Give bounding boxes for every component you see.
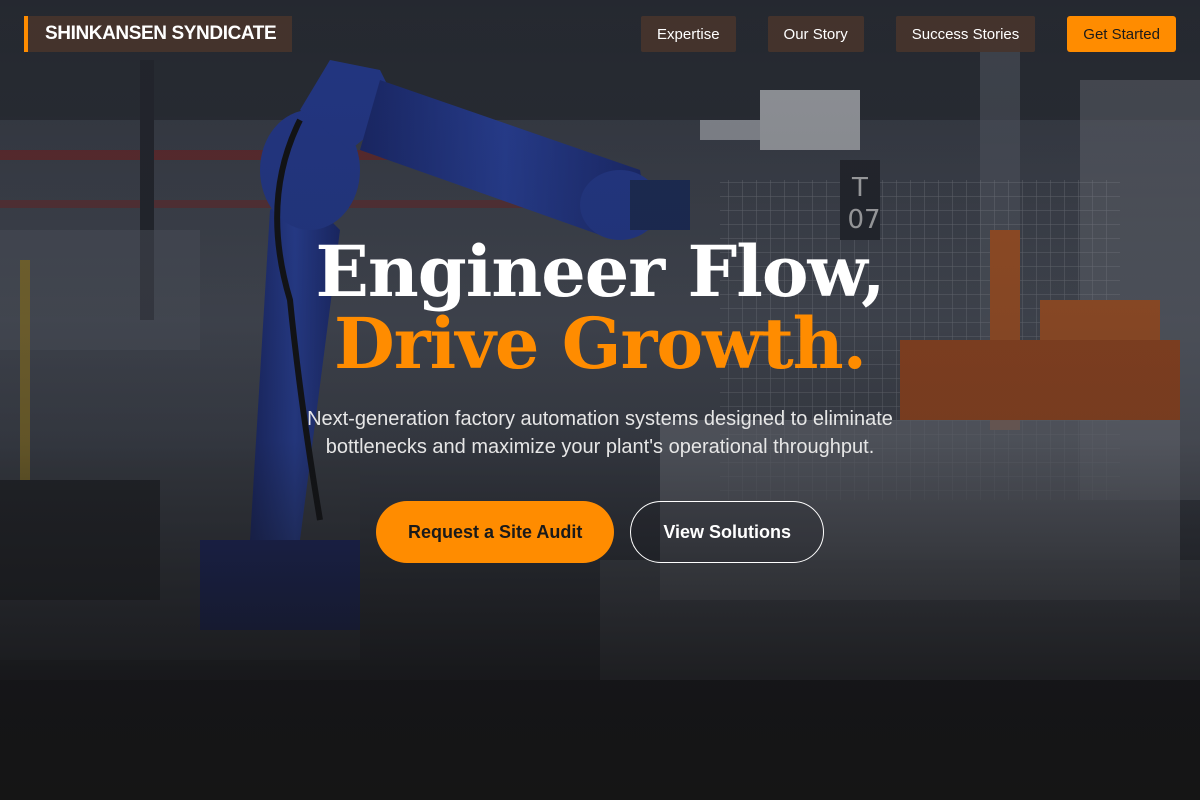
brand-logo[interactable]: SHINKANSEN SYNDICATE (24, 16, 293, 52)
nav-links: Expertise Our Story Success Stories Get … (609, 16, 1176, 52)
request-site-audit-button[interactable]: Request a Site Audit (375, 501, 615, 563)
nav-link-our-story[interactable]: Our Story (767, 16, 864, 52)
hero-subtitle: Next-generation factory automation syste… (307, 408, 893, 458)
nav-link-success-stories[interactable]: Success Stories (895, 16, 1036, 52)
nav-link-expertise[interactable]: Expertise (641, 16, 736, 52)
hero-actions: Request a Site Audit View Solutions (0, 501, 1200, 563)
hero-section: T 07 SHINKANSEN SYNDICATE Expertise Our … (0, 0, 1200, 800)
get-started-button[interactable]: Get Started (1067, 16, 1176, 52)
headline-line-2: Drive Growth. (334, 302, 867, 385)
view-solutions-button[interactable]: View Solutions (630, 501, 825, 563)
top-navigation: SHINKANSEN SYNDICATE Expertise Our Story… (24, 16, 1176, 52)
hero-dark-overlay (0, 0, 1200, 800)
hero-headline: Engineer Flow, Drive Growth. (0, 236, 1200, 380)
headline-line-1: Engineer Flow, (315, 230, 886, 313)
